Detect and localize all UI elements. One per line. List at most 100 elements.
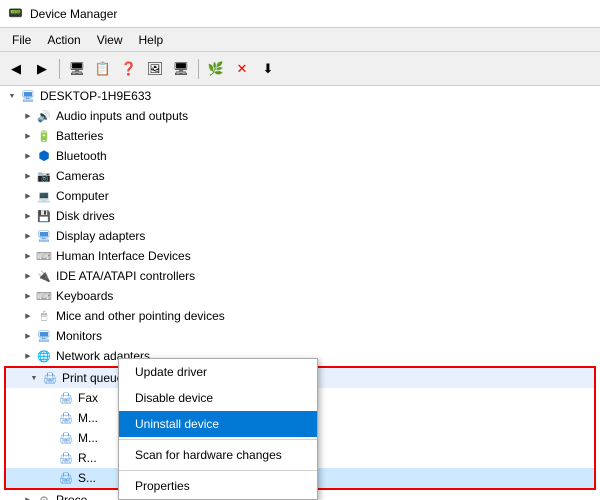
batteries-icon: 🔋	[36, 128, 52, 144]
ctx-update-driver[interactable]: Update driver	[119, 359, 317, 385]
forward-button[interactable]: ▶	[30, 57, 54, 81]
ctx-separator-2	[119, 470, 317, 471]
processes-expand[interactable]	[20, 492, 36, 500]
tree-root[interactable]: 🖥 DESKTOP-1H9E633	[0, 86, 600, 106]
printer-m2-label: M...	[78, 431, 98, 445]
toolbar-separator-2	[198, 59, 199, 79]
printer-m1-icon: 🖨	[58, 410, 74, 426]
tree-item-hid[interactable]: ⌨ Human Interface Devices	[0, 246, 600, 266]
ctx-properties[interactable]: Properties	[119, 473, 317, 499]
printer-m1-expand	[42, 410, 58, 426]
disk-label: Disk drives	[56, 209, 115, 223]
computer-button[interactable]: 🖥	[169, 57, 193, 81]
audio-icon: 🔊	[36, 108, 52, 124]
cameras-expand[interactable]	[20, 168, 36, 184]
computer-icon: 💻	[36, 188, 52, 204]
tree-item-batteries[interactable]: 🔋 Batteries	[0, 126, 600, 146]
hid-icon: ⌨	[36, 248, 52, 264]
app-icon: 📟	[8, 6, 24, 22]
menu-file[interactable]: File	[4, 31, 39, 49]
printer-r-expand	[42, 450, 58, 466]
processes-icon: ⚙	[36, 492, 52, 500]
keyboards-expand[interactable]	[20, 288, 36, 304]
toolbar: ◀ ▶ 🖥 📋 ❓ 🖼 🖥 🌿 ✕ ⬇	[0, 52, 600, 86]
root-expand[interactable]	[4, 88, 20, 104]
print-queues-icon: 🖨	[42, 370, 58, 386]
tree-item-keyboards[interactable]: ⌨ Keyboards	[0, 286, 600, 306]
mice-icon: 🖱	[36, 308, 52, 324]
tree-item-disk[interactable]: 💾 Disk drives	[0, 206, 600, 226]
computer-label: Computer	[56, 189, 109, 203]
audio-expand[interactable]	[20, 108, 36, 124]
ctx-scan-hardware[interactable]: Scan for hardware changes	[119, 442, 317, 468]
properties-button[interactable]: 🖥	[65, 57, 89, 81]
keyboards-label: Keyboards	[56, 289, 113, 303]
mice-expand[interactable]	[20, 308, 36, 324]
tree-item-cameras[interactable]: 📷 Cameras	[0, 166, 600, 186]
network-icon: 🌐	[36, 348, 52, 364]
mice-label: Mice and other pointing devices	[56, 309, 225, 323]
print-queues-expand[interactable]	[26, 370, 42, 386]
tree-item-computer[interactable]: 💻 Computer	[0, 186, 600, 206]
tree-item-bluetooth[interactable]: ⬢ Bluetooth	[0, 146, 600, 166]
tree-item-ide[interactable]: 🔌 IDE ATA/ATAPI controllers	[0, 266, 600, 286]
fax-icon: 🖨	[58, 390, 74, 406]
title-bar: 📟 Device Manager	[0, 0, 600, 28]
disk-expand[interactable]	[20, 208, 36, 224]
printer-m2-expand	[42, 430, 58, 446]
menu-view[interactable]: View	[89, 31, 131, 49]
remove-button[interactable]: ✕	[230, 57, 254, 81]
display-expand[interactable]	[20, 228, 36, 244]
ctx-separator-1	[119, 439, 317, 440]
cameras-icon: 📷	[36, 168, 52, 184]
audio-label: Audio inputs and outputs	[56, 109, 188, 123]
back-button[interactable]: ◀	[4, 57, 28, 81]
monitors-icon: 🖥	[36, 328, 52, 344]
printer-s-label: S...	[78, 471, 96, 485]
tree-item-mice[interactable]: 🖱 Mice and other pointing devices	[0, 306, 600, 326]
bluetooth-icon: ⬢	[36, 148, 52, 164]
tree-item-display[interactable]: 🖥 Display adapters	[0, 226, 600, 246]
hid-label: Human Interface Devices	[56, 249, 191, 263]
cameras-label: Cameras	[56, 169, 105, 183]
scan-button[interactable]: ⬇	[256, 57, 280, 81]
monitors-expand[interactable]	[20, 328, 36, 344]
batteries-expand[interactable]	[20, 128, 36, 144]
monitors-label: Monitors	[56, 329, 102, 343]
printer-m1-label: M...	[78, 411, 98, 425]
display-button[interactable]: 🖼	[143, 57, 167, 81]
keyboards-icon: ⌨	[36, 288, 52, 304]
menu-action[interactable]: Action	[39, 31, 88, 49]
main-area[interactable]: 🖥 DESKTOP-1H9E633 🔊 Audio inputs and out…	[0, 86, 600, 500]
printer-r-icon: 🖨	[58, 450, 74, 466]
fax-label: Fax	[78, 391, 98, 405]
ide-label: IDE ATA/ATAPI controllers	[56, 269, 195, 283]
tree-item-monitors[interactable]: 🖥 Monitors	[0, 326, 600, 346]
printer-r-label: R...	[78, 451, 97, 465]
computer-expand[interactable]	[20, 188, 36, 204]
tree-item-audio[interactable]: 🔊 Audio inputs and outputs	[0, 106, 600, 126]
ide-expand[interactable]	[20, 268, 36, 284]
disk-icon: 💾	[36, 208, 52, 224]
update-driver-button[interactable]: 📋	[91, 57, 115, 81]
add-driver-button[interactable]: 🌿	[204, 57, 228, 81]
display-label: Display adapters	[56, 229, 145, 243]
ide-icon: 🔌	[36, 268, 52, 284]
batteries-label: Batteries	[56, 129, 103, 143]
ctx-uninstall-device[interactable]: Uninstall device	[119, 411, 317, 437]
network-expand[interactable]	[20, 348, 36, 364]
root-label: DESKTOP-1H9E633	[40, 89, 151, 103]
bluetooth-expand[interactable]	[20, 148, 36, 164]
menu-bar: File Action View Help	[0, 28, 600, 52]
printer-s-icon: 🖨	[58, 470, 74, 486]
printer-m2-icon: 🖨	[58, 430, 74, 446]
root-icon: 🖥	[20, 88, 36, 104]
processes-label: Proce...	[56, 493, 97, 500]
fax-expand	[42, 390, 58, 406]
toolbar-separator-1	[59, 59, 60, 79]
ctx-disable-device[interactable]: Disable device	[119, 385, 317, 411]
menu-help[interactable]: Help	[131, 31, 172, 49]
hid-expand[interactable]	[20, 248, 36, 264]
help-button[interactable]: ❓	[117, 57, 141, 81]
bluetooth-label: Bluetooth	[56, 149, 107, 163]
